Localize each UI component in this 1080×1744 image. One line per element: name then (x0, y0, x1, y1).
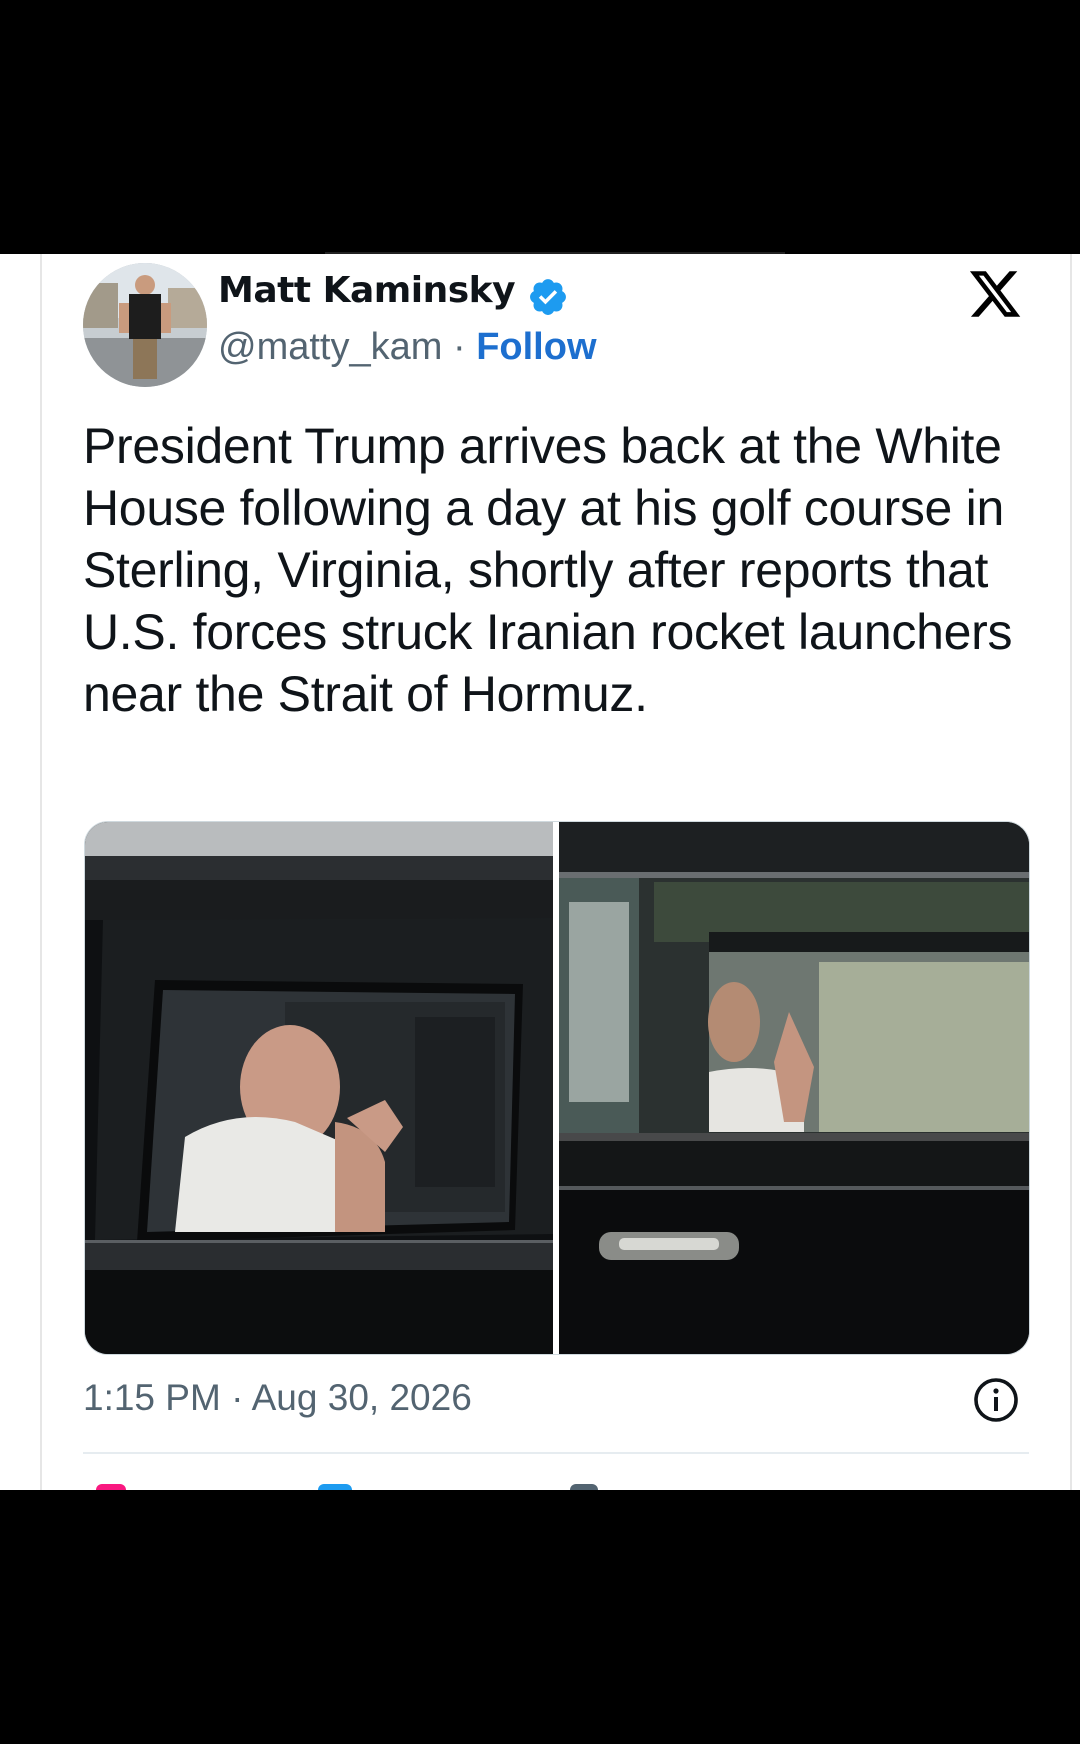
photo-2-image (559, 822, 1029, 1354)
handle-row: @matty_kam · Follow (218, 326, 597, 369)
follow-button[interactable]: Follow (476, 326, 596, 368)
card-right-border (1070, 254, 1072, 1490)
card-left-border (40, 254, 42, 1490)
author-avatar[interactable] (83, 263, 207, 387)
screen: Matt Kaminsky @matty_kam · Follow Presid… (0, 0, 1080, 1744)
avatar-photo (83, 263, 207, 387)
photo-1-image (85, 822, 553, 1354)
card-left-margin (0, 254, 40, 1490)
divider (83, 1452, 1029, 1454)
author-handle[interactable]: @matty_kam (218, 326, 442, 368)
tweet-text: President Trump arrives back at the Whit… (83, 418, 1013, 722)
tweet-timestamp[interactable]: 1:15 PM · Aug 30, 2026 (83, 1377, 472, 1419)
info-icon[interactable] (972, 1376, 1020, 1424)
media-grid (84, 821, 1030, 1355)
photo-2[interactable] (559, 822, 1029, 1354)
top-black-bar (0, 0, 1080, 254)
x-logo-icon[interactable] (966, 266, 1024, 322)
verified-badge-icon (530, 279, 566, 315)
bottom-black-area (0, 1490, 1080, 1744)
author-name[interactable]: Matt Kaminsky (218, 270, 516, 311)
photo-1[interactable] (85, 822, 553, 1354)
handle-separator: · (452, 326, 466, 368)
